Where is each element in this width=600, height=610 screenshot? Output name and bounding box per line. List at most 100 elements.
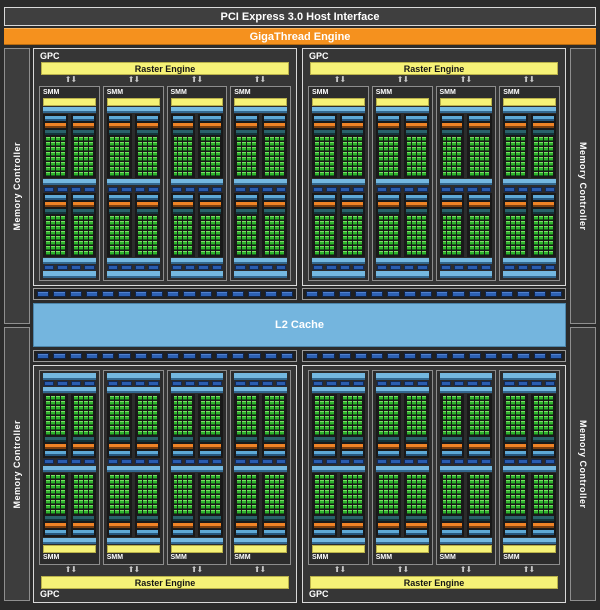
- cuda-core: [280, 426, 284, 430]
- tex-unit-row: [107, 187, 160, 192]
- cuda-core: [348, 172, 352, 176]
- tex-unit: [377, 187, 387, 192]
- gpc-label: GPC: [39, 589, 291, 600]
- cuda-core: [211, 406, 215, 410]
- cuda-core: [511, 162, 515, 166]
- l2-cache: L2 Cache: [33, 303, 566, 347]
- cuda-core: [110, 500, 114, 504]
- core-grid: [505, 216, 526, 255]
- tex-unit: [262, 265, 272, 270]
- cuda-core: [252, 167, 256, 171]
- cuda-core: [265, 505, 269, 509]
- cuda-core: [125, 231, 129, 235]
- cuda-core: [183, 231, 187, 235]
- cuda-core: [280, 480, 284, 484]
- cuda-core: [56, 510, 60, 514]
- cuda-core: [242, 416, 246, 420]
- cuda-core: [56, 147, 60, 151]
- cuda-core: [452, 221, 456, 225]
- tex-unit: [441, 459, 451, 464]
- core-grid: [45, 137, 66, 176]
- cuda-core: [511, 167, 515, 171]
- cuda-core: [417, 475, 421, 479]
- cuda-core: [89, 495, 93, 499]
- raster-smm-arrow-row: ⬆⬇⬆⬇⬆⬇⬆⬇: [308, 565, 560, 576]
- tex-unit: [148, 187, 158, 192]
- cuda-core: [320, 426, 324, 430]
- warp-scheduler-bar: [469, 123, 490, 128]
- cuda-core: [242, 162, 246, 166]
- smm-block: SMM: [436, 86, 497, 281]
- dispatch-unit-bar: [264, 437, 285, 442]
- cuda-core: [407, 431, 411, 435]
- cuda-core: [183, 241, 187, 245]
- cuda-core: [521, 500, 525, 504]
- shared-memory-bar: [312, 373, 365, 380]
- cuda-core: [178, 172, 182, 176]
- cuda-core: [178, 167, 182, 171]
- shared-memory-bar: [107, 373, 160, 380]
- cuda-core: [506, 480, 510, 484]
- cuda-core: [115, 480, 119, 484]
- cuda-core: [417, 406, 421, 410]
- crossbar-segment: [183, 353, 195, 359]
- cuda-core: [148, 246, 152, 250]
- processing-block: [404, 193, 429, 257]
- cuda-core: [174, 216, 178, 220]
- cuda-core: [394, 142, 398, 146]
- cuda-core: [265, 152, 269, 156]
- instruction-buffer-bar: [314, 451, 335, 456]
- cuda-core: [148, 401, 152, 405]
- cuda-core: [521, 236, 525, 240]
- warp-scheduler-bar: [505, 202, 526, 207]
- cuda-core: [521, 475, 525, 479]
- cuda-core: [539, 396, 543, 400]
- cuda-core: [79, 431, 83, 435]
- cuda-core: [237, 495, 241, 499]
- cuda-core: [237, 221, 241, 225]
- cuda-core: [539, 251, 543, 255]
- processing-block: [71, 114, 96, 178]
- cuda-core: [211, 231, 215, 235]
- raster-smm-arrow-row: ⬆⬇⬆⬇⬆⬇⬆⬇: [39, 565, 291, 576]
- cuda-core: [412, 162, 416, 166]
- cuda-core: [74, 162, 78, 166]
- cuda-core: [549, 162, 553, 166]
- cuda-core: [353, 162, 357, 166]
- cuda-core: [320, 221, 324, 225]
- cuda-core: [475, 142, 479, 146]
- cuda-core: [384, 226, 388, 230]
- cuda-core: [534, 137, 538, 141]
- cuda-core: [201, 431, 205, 435]
- cuda-core: [549, 231, 553, 235]
- cuda-core: [206, 411, 210, 415]
- cuda-core: [148, 162, 152, 166]
- cuda-core: [61, 401, 65, 405]
- processing-block: [262, 193, 287, 257]
- cuda-core: [125, 152, 129, 156]
- tex-unit: [504, 187, 514, 192]
- processing-block: [312, 114, 337, 178]
- dispatch-unit-bar: [173, 437, 194, 442]
- cuda-core: [521, 251, 525, 255]
- processing-block: [503, 114, 528, 178]
- crossbar-segment: [404, 291, 416, 297]
- cuda-core: [174, 505, 178, 509]
- cuda-core: [534, 510, 538, 514]
- cuda-core: [125, 162, 129, 166]
- cuda-core: [422, 416, 426, 420]
- cuda-core: [470, 485, 474, 489]
- core-grid: [173, 396, 194, 435]
- cuda-core: [247, 157, 251, 161]
- instruction-cache-bar: [171, 107, 224, 113]
- cuda-core: [138, 406, 142, 410]
- cuda-core: [315, 236, 319, 240]
- cuda-core: [506, 246, 510, 250]
- cuda-core: [174, 396, 178, 400]
- cuda-core: [485, 221, 489, 225]
- cuda-core: [84, 480, 88, 484]
- cuda-core: [110, 147, 114, 151]
- cuda-core: [480, 157, 484, 161]
- cuda-core: [110, 396, 114, 400]
- processing-block: [43, 114, 68, 178]
